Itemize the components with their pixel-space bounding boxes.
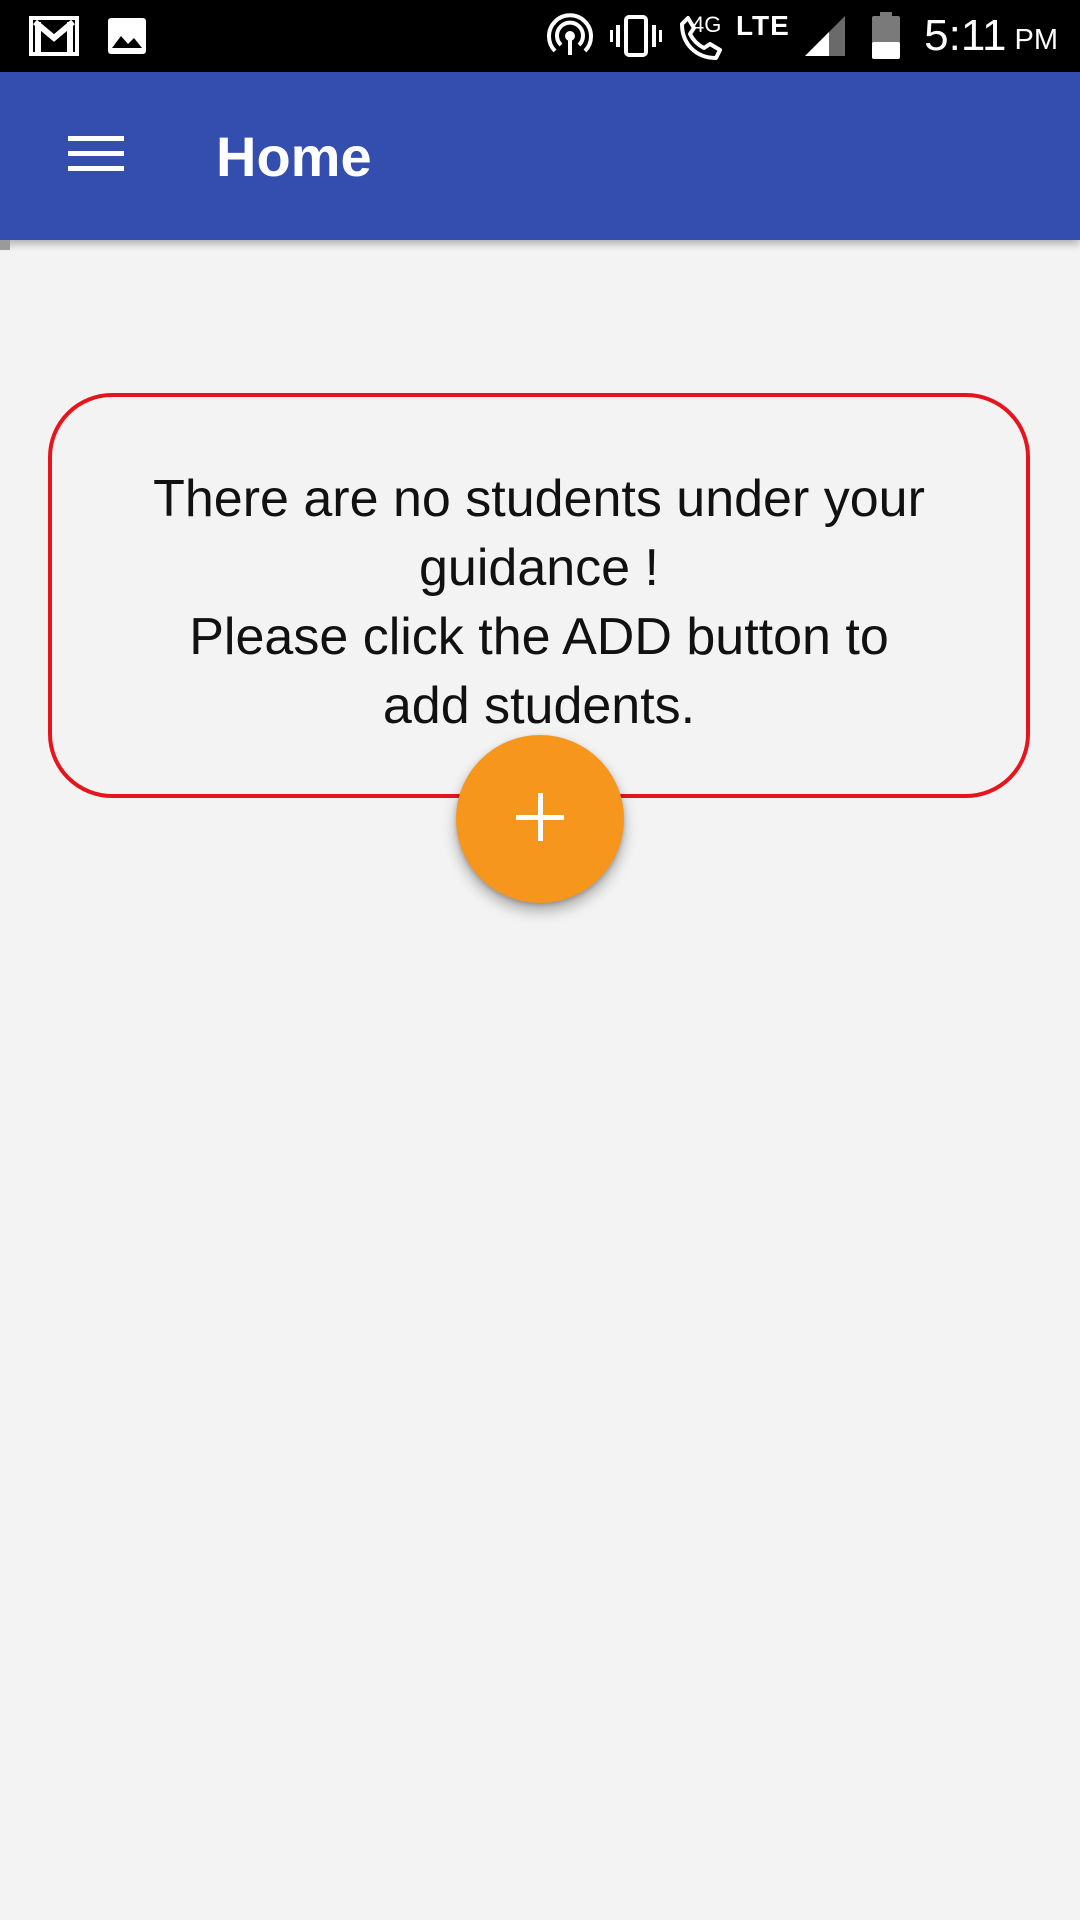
vibrate-icon (610, 0, 662, 72)
page-title: Home (216, 124, 372, 188)
battery-icon (870, 0, 902, 72)
volte-label: 4G (692, 12, 722, 37)
gallery-icon (104, 0, 150, 72)
edge-indicator (0, 240, 10, 250)
app-bar: Home (0, 72, 1080, 240)
gmail-icon (26, 0, 82, 72)
hamburger-menu-icon (68, 134, 124, 179)
network-type-label: LTE (736, 10, 790, 41)
volte-call-icon: 4G (674, 0, 734, 72)
signal-icon (802, 0, 848, 72)
clock-time: 5:11 (924, 11, 1007, 60)
hotspot-icon (546, 0, 594, 72)
status-clock: 5:11 PM (924, 0, 1058, 72)
status-bar: 4G LTE 5:11 PM (0, 0, 1080, 72)
empty-state-line: There are no students under your (153, 470, 925, 528)
empty-state-line: add students. (382, 677, 696, 735)
empty-state-line: guidance ! (419, 539, 659, 597)
clock-ampm: PM (1014, 23, 1059, 56)
menu-button[interactable] (44, 112, 148, 200)
empty-state-message: There are no students under your guidanc… (52, 465, 1026, 741)
empty-state-line: Please click the ADD button to (189, 608, 889, 666)
add-student-button[interactable] (456, 735, 624, 903)
plus-icon (514, 791, 566, 848)
